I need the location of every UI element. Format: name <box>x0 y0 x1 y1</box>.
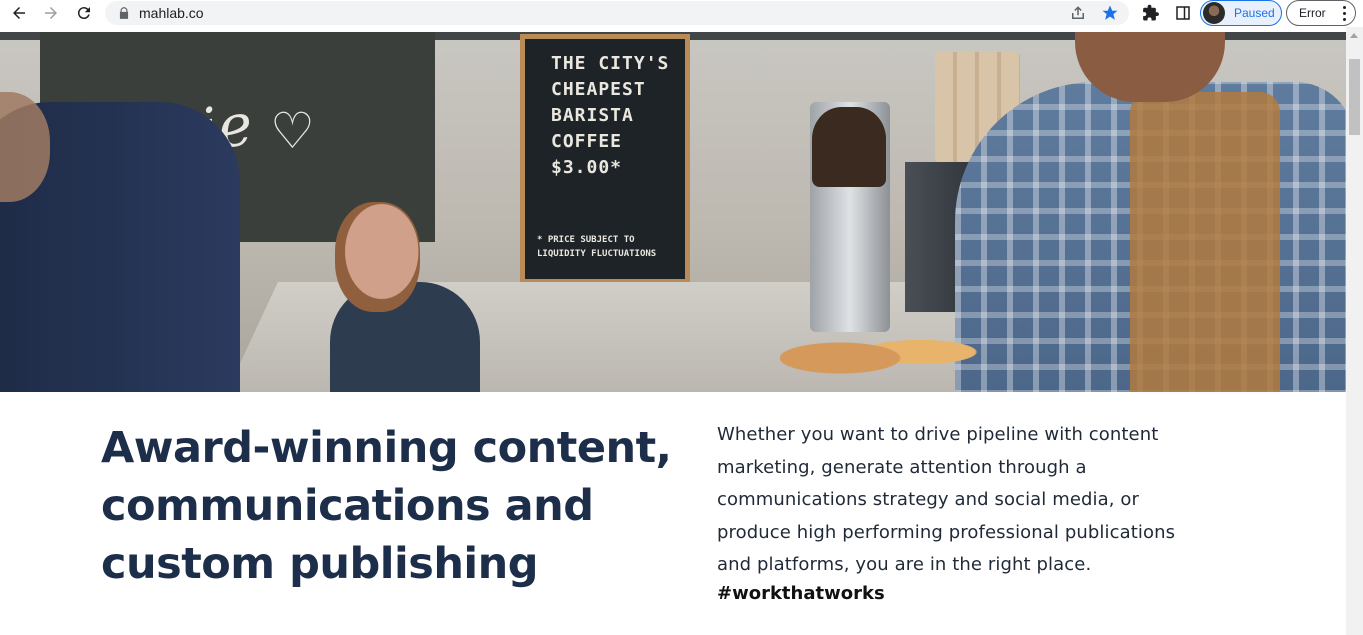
error-menu-button[interactable]: Error <box>1286 0 1356 26</box>
forward-arrow-icon <box>45 7 57 19</box>
hashtag-text: #workthatworks <box>717 583 885 604</box>
scroll-up-arrow-icon[interactable] <box>1350 33 1358 38</box>
headline-line: custom publishing <box>101 539 539 589</box>
chalkboard-line: BARISTA <box>551 105 634 126</box>
chalkboard-sign: THE CITY'S CHEAPEST BARISTA COFFEE $3.00… <box>520 34 690 284</box>
scroll-thumb[interactable] <box>1349 59 1360 135</box>
back-arrow-icon <box>13 7 25 19</box>
seated-man-head <box>335 202 420 312</box>
share-icon[interactable] <box>1069 4 1087 22</box>
hero-image: grazie ♡ THE CITY'S CHEAPEST BARISTA COF… <box>0 32 1346 392</box>
blurred-person-head <box>0 92 50 202</box>
pastries <box>780 322 980 382</box>
chalkboard-note: * PRICE SUBJECT TO <box>537 235 635 245</box>
intro-line: produce high performing professional pub… <box>717 521 1176 543</box>
page-viewport: grazie ♡ THE CITY'S CHEAPEST BARISTA COF… <box>0 27 1346 635</box>
intro-line: Whether you want to drive pipeline with … <box>717 424 1159 445</box>
vertical-scrollbar[interactable] <box>1346 27 1363 635</box>
back-button[interactable] <box>8 2 30 24</box>
intro-line: communications strategy and social media… <box>717 489 1140 510</box>
chalkboard-note: LIQUIDITY FLUCTUATIONS <box>537 249 657 259</box>
star-icon[interactable] <box>1101 4 1119 22</box>
intro-paragraph: Whether you want to drive pipeline with … <box>717 419 1197 582</box>
reload-button[interactable] <box>73 2 95 24</box>
chalkboard-line: THE CITY'S <box>551 53 670 74</box>
kebab-menu-icon[interactable] <box>1343 6 1347 22</box>
reload-icon <box>77 7 90 20</box>
page-headline: Award-winning content, communications an… <box>101 419 681 593</box>
heart-icon: ♡ <box>270 103 315 159</box>
lock-icon <box>119 7 129 19</box>
barista-apron <box>1130 92 1280 392</box>
headline-line: communications and <box>101 481 594 531</box>
forward-button[interactable] <box>40 2 62 24</box>
avatar <box>1203 2 1225 24</box>
intro-line: and platforms, you are in the right plac… <box>717 554 1092 575</box>
headline-line: Award-winning content, <box>101 423 672 473</box>
url-text[interactable]: mahlab.co <box>139 5 204 21</box>
grinder-hopper <box>812 107 886 187</box>
error-label: Error <box>1299 6 1326 20</box>
blurred-person <box>0 92 240 392</box>
intro-line: marketing, generate attention through a <box>717 456 1087 478</box>
chalkboard-line: $3.00* <box>551 157 623 178</box>
puzzle-icon[interactable] <box>1142 4 1160 22</box>
browser-toolbar: mahlab.co Paused Error <box>0 0 1363 27</box>
profile-button[interactable]: Paused <box>1200 0 1282 26</box>
chalkboard-line: COFFEE <box>551 131 623 152</box>
chalkboard-line: CHEAPEST <box>551 79 646 100</box>
address-bar[interactable]: mahlab.co <box>105 1 1129 25</box>
profile-status-label: Paused <box>1234 6 1275 20</box>
side-panel-icon[interactable] <box>1174 4 1192 22</box>
